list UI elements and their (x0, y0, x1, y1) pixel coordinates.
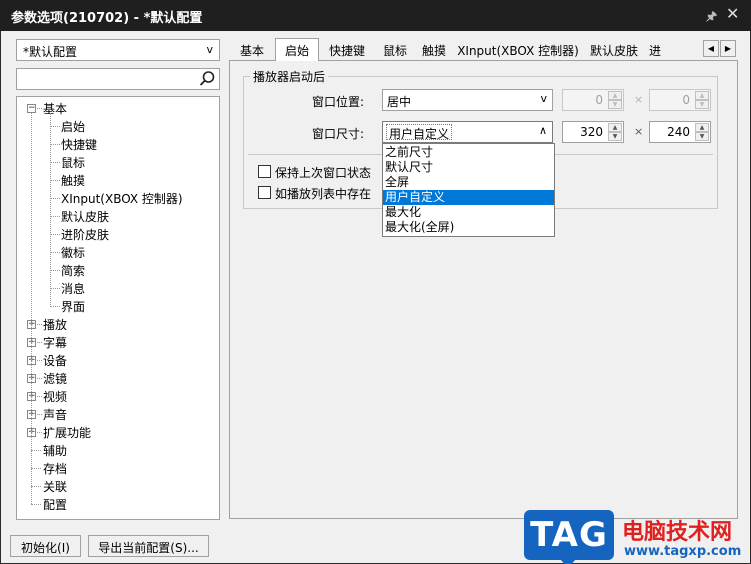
profile-select-value: *默认配置 (23, 45, 78, 59)
times-symbol: × (634, 125, 644, 138)
window-size-label: 窗口尺寸: (312, 127, 365, 141)
watermark-logo: TAG (524, 510, 614, 564)
chevron-up-icon: ∧ (538, 124, 547, 137)
tree-item-label: 徽标 (61, 246, 86, 260)
dropdown-option[interactable]: 之前尺寸 (383, 145, 554, 160)
spin-down-icon[interactable]: ▼ (608, 132, 622, 141)
tab-item[interactable]: 启始 (275, 38, 319, 61)
times-symbol: × (634, 93, 644, 106)
title-bar: 参数选项(210702) - *默认配置 🖈︎ ✕ (0, 0, 751, 31)
size-width-spinner[interactable]: 320 ▲ ▼ (562, 121, 624, 143)
tree-item-label: 基本 (43, 102, 68, 116)
size-height-spinner[interactable]: 240 ▲ ▼ (649, 121, 711, 143)
tree-expander-icon[interactable]: − (27, 104, 36, 113)
dropdown-option[interactable]: 用户自定义 (383, 190, 554, 205)
watermark: TAG 电脑技术网 www.tagxp.com (520, 508, 751, 564)
settings-tree[interactable]: − 基本启始快捷键鼠标触摸 XInput(XBOX 控制器) 默认皮肤进阶皮肤徽标简索… (16, 96, 220, 520)
tree-item-label: 消息 (61, 282, 86, 296)
checkbox-box[interactable] (258, 186, 271, 199)
window-position-select[interactable]: 居中 v (382, 89, 553, 111)
tree-item-label: 辅助 (43, 444, 68, 458)
tab-item[interactable]: 默认皮肤 (583, 40, 645, 60)
tree-item-label: 声音 (43, 408, 68, 422)
checkbox-box[interactable] (258, 165, 271, 178)
tree-item-label: 扩展功能 (43, 426, 92, 440)
profile-select[interactable]: *默认配置 v (16, 39, 220, 61)
tree-item-label: 进阶皮肤 (61, 228, 110, 242)
spin-up-icon[interactable]: ▲ (608, 123, 622, 132)
checkbox-label: 保持上次窗口状态 (275, 166, 372, 180)
search-box[interactable] (16, 68, 220, 90)
tab-item[interactable]: XInput(XBOX 控制器) (453, 40, 583, 60)
dropdown-option[interactable]: 全屏 (383, 175, 554, 190)
spin-up-icon[interactable]: ▲ (695, 123, 709, 132)
size-width-value: 320 (580, 125, 603, 139)
tab-scroll-right-icon[interactable]: ▶ (720, 40, 736, 57)
spin-down-icon: ▼ (608, 100, 622, 109)
tree-item-label: 字幕 (43, 336, 68, 350)
tree-item-label: 默认皮肤 (61, 210, 110, 224)
tab-item[interactable]: 触摸 (415, 40, 453, 60)
tab-scroll-left-icon[interactable]: ◀ (703, 40, 719, 57)
search-icon[interactable] (198, 70, 216, 88)
watermark-site-name: 电脑技术网 (622, 520, 733, 545)
position-x-value: 0 (595, 93, 603, 107)
search-input[interactable] (19, 71, 197, 87)
tab-item[interactable]: 基本 (229, 40, 275, 60)
export-config-button[interactable]: 导出当前配置(S)... (88, 535, 209, 557)
tab-strip: 基本 启始 快捷键 鼠标 触摸 XInput(XBOX 控制器) 默认皮肤进 ◀ ▶ (229, 38, 739, 61)
window-size-dropdown[interactable]: 之前尺寸 默认尺寸 全屏 用户自定义 最大化 最大化(全屏) (382, 143, 555, 237)
position-x-spinner: 0 ▲ ▼ (562, 89, 624, 111)
pin-icon[interactable]: 🖈︎ (706, 7, 717, 28)
tree-item-label: 设备 (43, 354, 68, 368)
tree-item-label: 鼠标 (61, 156, 86, 170)
tab-item[interactable]: 快捷键 (319, 40, 375, 60)
tree-item-label: 滤镜 (43, 372, 68, 386)
tree-item-label: 简索 (61, 264, 86, 278)
tree-item-label: 触摸 (61, 174, 86, 188)
spin-down-icon[interactable]: ▼ (695, 132, 709, 141)
close-icon[interactable]: ✕ (726, 4, 739, 23)
tab-item[interactable]: 进 (645, 40, 665, 60)
tree-item-label: 启始 (61, 120, 86, 134)
chevron-down-icon: v (206, 43, 213, 56)
group-title: 播放器启动后 (250, 68, 329, 85)
dropdown-option[interactable]: 最大化 (383, 205, 554, 220)
tree-item-label: 视频 (43, 390, 68, 404)
tree-item-label: 存档 (43, 462, 68, 476)
window-position-value: 居中 (387, 95, 412, 109)
tree-item-label: 播放 (43, 318, 68, 332)
chevron-down-icon: v (540, 92, 547, 105)
tree-item-label: 界面 (61, 300, 86, 314)
checkbox-label: 如播放列表中存在 (275, 187, 372, 201)
spin-down-icon: ▼ (695, 100, 709, 109)
position-y-value: 0 (682, 93, 690, 107)
tree-item-label: XInput(XBOX 控制器) (61, 192, 183, 206)
dropdown-option[interactable]: 默认尺寸 (383, 160, 554, 175)
window-size-select[interactable]: 用户自定义 ∧ (382, 121, 553, 143)
tab-item[interactable]: 鼠标 (375, 40, 415, 60)
tree-item-label: 快捷键 (61, 138, 98, 152)
window-position-label: 窗口位置: (312, 95, 365, 109)
tree-item-label: 关联 (43, 480, 68, 494)
dropdown-option[interactable]: 最大化(全屏) (383, 220, 554, 235)
window-size-value: 用户自定义 (386, 124, 453, 141)
position-y-spinner: 0 ▲ ▼ (649, 89, 711, 111)
window-title: 参数选项(210702) - *默认配置 (11, 11, 203, 26)
tree-item-label: 配置 (43, 498, 68, 512)
spin-up-icon: ▲ (695, 91, 709, 100)
watermark-url: www.tagxp.com (624, 544, 742, 559)
spin-up-icon: ▲ (608, 91, 622, 100)
init-button[interactable]: 初始化(I) (10, 535, 81, 557)
size-height-value: 240 (667, 125, 690, 139)
